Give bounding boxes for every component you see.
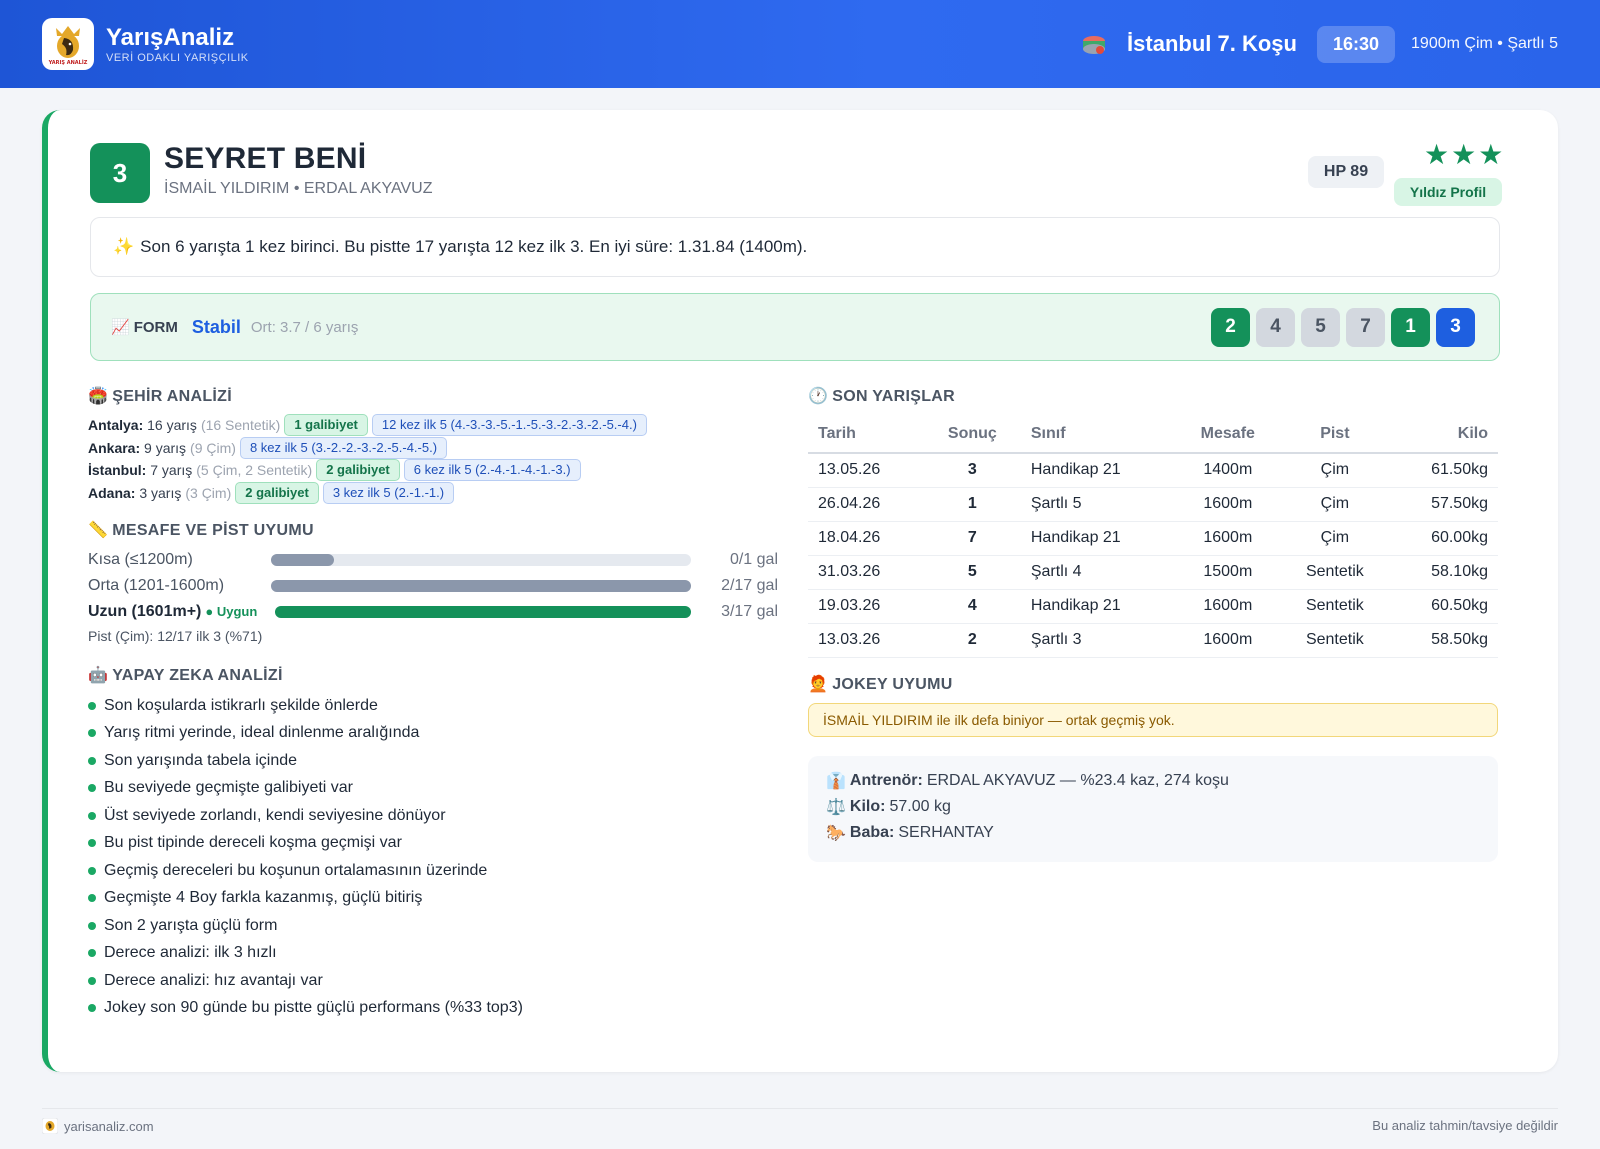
jockey-icon: 🧑‍🦰 (808, 676, 829, 693)
horse-card: 3 SEYRET BENİ İSMAİL YILDIRIM • ERDAL AK… (42, 110, 1558, 1072)
table-row: 26.04.26 1 Şartlı 5 1600m Çim 57.50kg (808, 487, 1498, 522)
form-result: 4 (1256, 307, 1295, 347)
race-meta: 1900m Çim • Şartlı 5 (1411, 35, 1558, 52)
brand-logo[interactable]: YARIŞ ANALİZ (42, 18, 94, 70)
list-item: Son 2 yarışta güçlü form (88, 912, 523, 940)
table-row: 13.05.26 3 Handikap 21 1400m Çim 61.50kg (808, 453, 1498, 488)
top5-pill: 3 kez ilk 5 (2.-1.-1.) (322, 481, 455, 504)
clock-icon: 🕐 (808, 388, 829, 405)
race-time-badge: 16:30 (1316, 25, 1396, 63)
list-item: Jokey son 90 günde bu pistte güçlü perfo… (88, 995, 523, 1023)
form-result: 7 (1346, 307, 1385, 347)
top5-pill: 12 kez ilk 5 (4.-3.-3.-5.-1.-5.-3.-2.-3.… (371, 414, 647, 437)
list-item: Üst seviyede zorlandı, kendi seviyesine … (88, 802, 523, 830)
chart-up-icon: 📈 (111, 319, 130, 336)
list-item: Bu pist tipinde dereceli koşma geçmişi v… (88, 830, 523, 858)
brand: YarışAnaliz VERİ ODAKLI YARIŞÇILIK (106, 24, 249, 64)
list-item: Geçmiş dereceleri bu koşunun ortalamasın… (88, 857, 523, 885)
table-header-row: Tarih Sonuç Sınıf Mesafe Pist Kilo (808, 415, 1498, 454)
horse-icon: 🐎 (826, 825, 846, 842)
jockey-note: İSMAİL YILDIRIM ile ilk defa biniyor — o… (808, 703, 1498, 737)
list-item: Geçmişte 4 Boy farkla kazanmış, güçlü bi… (88, 885, 523, 913)
pist-stat: Pist (Çim): 12/17 ilk 3 (%71) (88, 628, 263, 644)
brand-name: YarışAnaliz (106, 24, 235, 51)
wins-pill: 1 galibiyet (284, 414, 368, 437)
form-label: FORM (133, 318, 178, 336)
ruler-icon: 📏 (88, 522, 109, 539)
table-row: 19.03.26 4 Handikap 21 1600m Sentetik 60.50kg (808, 589, 1498, 624)
list-item: Derece analizi: hız avantajı var (88, 967, 523, 995)
ai-analysis-title: 🤖 YAPAY ZEKA ANALİZİ (88, 667, 283, 684)
weight-line: ⚖️ Kilo: 57.00 kg (826, 798, 951, 816)
city-flag-icon (1081, 31, 1107, 57)
scale-icon: ⚖️ (826, 799, 846, 816)
hp-badge: HP 89 (1308, 156, 1384, 188)
form-result: 5 (1301, 307, 1340, 347)
list-item: Yarış ritmi yerinde, ideal dinlenme aral… (88, 720, 523, 748)
wins-pill: 2 galibiyet (316, 459, 400, 482)
footer-divider (42, 1108, 1558, 1109)
horse-head-icon: YARIŞ ANALİZ (48, 26, 88, 66)
top5-pill: 8 kez ilk 5 (3.-2.-2.-3.-2.-5.-4.-5.) (239, 436, 448, 459)
last-races-title: 🕐 SON YARIŞLAR (808, 388, 955, 405)
form-result: 3 (1436, 307, 1475, 347)
progress-bar (271, 580, 691, 592)
race-info: İstanbul 7. Koşu 16:30 1900m Çim • Şartl… (1081, 25, 1558, 63)
city-row: Ankara: 9 yarış (9 Çim) 8 kez ilk 5 (3.-2… (88, 436, 647, 460)
city-row: Antalya: 16 yarış (16 Sentetik) 1 galibiy… (88, 414, 647, 437)
form-result: 1 (1391, 307, 1430, 347)
horse-number-badge: 3 (90, 143, 150, 203)
footer-disclaimer: Bu analiz tahmin/tavsiye değildir (1372, 1118, 1558, 1133)
progress-bar (271, 554, 691, 566)
horse-name: SEYRET BENİ (164, 142, 367, 175)
summary-box: ✨ Son 6 yarışta 1 kez birinci. Bu pistte… (90, 217, 1500, 277)
city-row: İstanbul: 7 yarış (5 Çim, 2 Sentetik) 2 g… (88, 459, 647, 482)
necktie-icon: 👔 (826, 773, 846, 790)
city-analysis-title: 🏟️ ŞEHİR ANALİZİ (88, 388, 232, 405)
last-races-table: Tarih Sonuç Sınıf Mesafe Pist Kilo 13.05… (808, 415, 1498, 658)
footer-site[interactable]: yarisanaliz.com (42, 1118, 154, 1134)
form-result: 2 (1211, 307, 1250, 347)
star-profile-badge: Yıldız Profil (1394, 178, 1502, 206)
table-row: 18.04.26 7 Handikap 21 1600m Çim 60.00kg (808, 521, 1498, 556)
wins-pill: 2 galibiyet (235, 481, 319, 504)
fit-badge: ● Uygun (205, 604, 258, 619)
horse-connections: İSMAİL YILDIRIM • ERDAL AKYAVUZ (164, 180, 433, 197)
stadium-icon: 🏟️ (88, 388, 109, 405)
summary-text: Son 6 yarışta 1 kez birinci. Bu pistte 1… (140, 237, 808, 256)
trainer-line: 👔 Antrenör: ERDAL AKYAVUZ — %23.4 kaz, 27… (826, 772, 1229, 790)
city-analysis-list: Antalya: 16 yarış (16 Sentetik) 1 galibiy… (88, 414, 647, 504)
table-row: 13.03.26 2 Şartlı 3 1600m Sentetik 58.50kg (808, 623, 1498, 658)
table-row: 31.03.26 5 Şartlı 4 1500m Sentetik 58.10kg (808, 555, 1498, 590)
sparkles-icon: ✨ (113, 237, 135, 256)
list-item: Derece analizi: ilk 3 hızlı (88, 940, 523, 968)
star-rating-icon: ★★★ (1424, 139, 1506, 170)
form-box: 📈 FORM Stabil Ort: 3.7 / 6 yarış 2 4 5 7… (90, 293, 1500, 361)
distance-row-short: Kısa (≤1200m) 0/1 gal (88, 551, 778, 568)
robot-icon: 🤖 (88, 667, 109, 684)
info-box: 👔 Antrenör: ERDAL AKYAVUZ — %23.4 kaz, 27… (808, 756, 1498, 862)
ai-analysis-list: Son koşularda istikrarlı şekilde önlerde… (88, 692, 523, 1022)
list-item: Son yarışında tabela içinde (88, 747, 523, 775)
site-logo-icon (42, 1118, 58, 1134)
distance-row-medium: Orta (1201-1600m) 2/17 gal (88, 577, 778, 594)
jockey-title: 🧑‍🦰 JOKEY UYUMU (808, 676, 953, 693)
top5-pill: 6 kez ilk 5 (2.-4.-1.-4.-1.-3.) (403, 459, 581, 482)
sire-line: 🐎 Baba: SERHANTAY (826, 824, 994, 842)
form-results: 2 4 5 7 1 3 (1211, 307, 1475, 347)
city-row: Adana: 3 yarış (3 Çim) 2 galibiyet 3 kez … (88, 481, 647, 505)
race-title: İstanbul 7. Koşu (1127, 31, 1297, 56)
distance-row-long: Uzun (1601m+) ● Uygun 3/17 gal (88, 603, 778, 620)
form-average: Ort: 3.7 / 6 yarış (250, 318, 359, 336)
distance-title: 📏 MESAFE VE PİST UYUMU (88, 522, 314, 539)
brand-tagline: VERİ ODAKLI YARIŞÇILIK (106, 52, 249, 64)
top-header: YARIŞ ANALİZ YarışAnaliz VERİ ODAKLI YAR… (0, 0, 1600, 88)
list-item: Son koşularda istikrarlı şekilde önlerde (88, 692, 523, 720)
list-item: Bu seviyede geçmişte galibiyeti var (88, 775, 523, 803)
form-status: Stabil (191, 316, 241, 337)
progress-bar (275, 606, 691, 618)
svg-text:YARIŞ ANALİZ: YARIŞ ANALİZ (48, 59, 88, 66)
